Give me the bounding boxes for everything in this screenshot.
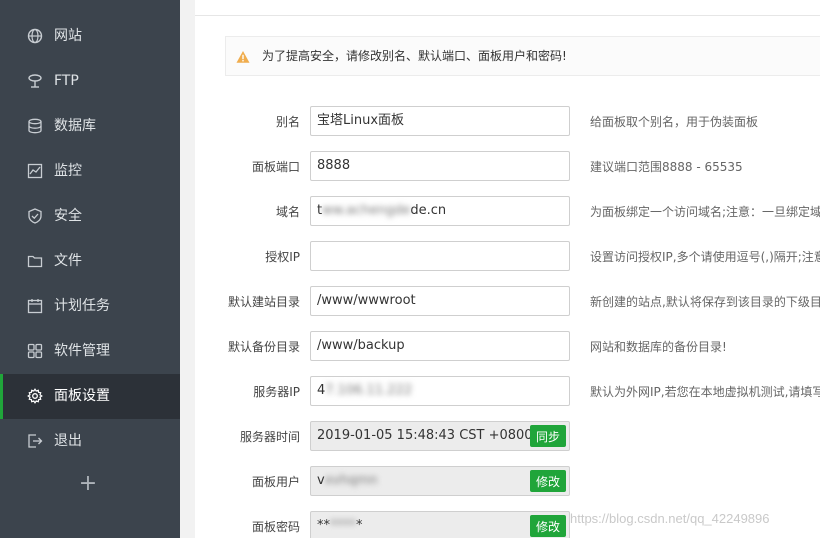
auth-ip-input[interactable] <box>310 241 570 271</box>
panel-settings-content: 为了提高安全，请修改别名、默认端口、面板用户和密码! 别名 宝塔Linux面板 … <box>195 16 820 538</box>
sidebar-item-label: 计划任务 <box>54 298 110 314</box>
sidebar-item-label: 退出 <box>54 433 82 449</box>
sidebar-item-database[interactable]: 数据库 <box>0 104 180 149</box>
port-value: 8888 <box>317 158 351 173</box>
sidebar-item-files[interactable]: 文件 <box>0 239 180 284</box>
site-dir-label: 默认建站目录 <box>227 295 300 309</box>
sidebar-item-cron[interactable]: 计划任务 <box>0 284 180 329</box>
grid-icon <box>26 342 44 360</box>
domain-value-redacted: ww.achengde <box>322 203 411 218</box>
site-dir-value: /www/wwwroot <box>317 293 416 308</box>
sidebar-item-label: 文件 <box>54 253 82 269</box>
auth-ip-hint: 设置访问授权IP,多个请使用逗号(,)隔开;注意 <box>590 250 820 264</box>
warning-icon <box>236 49 250 63</box>
panel-password-suffix: * <box>356 518 363 533</box>
server-ip-label: 服务器IP <box>253 385 300 399</box>
sidebar-item-monitor[interactable]: 监控 <box>0 149 180 194</box>
security-alert: 为了提高安全，请修改别名、默认端口、面板用户和密码! <box>225 36 820 76</box>
domain-input[interactable]: tww.achengdede.cn <box>310 196 570 226</box>
edit-user-button[interactable]: 修改 <box>530 470 566 492</box>
sidebar-item-security[interactable]: 安全 <box>0 194 180 239</box>
backup-dir-label: 默认备份目录 <box>227 340 300 354</box>
sync-time-button[interactable]: 同步 <box>530 425 566 447</box>
backup-dir-input[interactable]: /www/backup <box>310 331 570 361</box>
panel-user-value-redacted: xvhqmn <box>324 473 378 488</box>
server-ip-hint: 默认为外网IP,若您在本地虚拟机测试,请填写 <box>590 385 820 399</box>
server-ip-input[interactable]: 47.106.11.222 <box>310 376 570 406</box>
alert-text: 为了提高安全，请修改别名、默认端口、面板用户和密码! <box>262 49 567 63</box>
sidebar-item-label: FTP <box>54 73 79 89</box>
port-label: 面板端口 <box>251 160 300 174</box>
sidebar-item-label: 网站 <box>54 28 82 44</box>
logout-icon <box>26 432 44 450</box>
database-icon <box>26 117 44 135</box>
sidebar-item-label: 面板设置 <box>54 388 110 404</box>
panel-password-value: ** <box>317 518 330 533</box>
top-panel <box>195 0 820 16</box>
globe-icon <box>26 27 44 45</box>
domain-label: 域名 <box>275 205 300 219</box>
sidebar: 网站 FTP 数据库 监控 安全 文件 计划任务 软件管理 面板设置 退出 + <box>0 0 180 538</box>
sidebar-item-label: 数据库 <box>54 118 96 134</box>
edit-password-button[interactable]: 修改 <box>530 515 566 537</box>
sidebar-item-panel-settings[interactable]: 面板设置 <box>0 374 180 419</box>
sidebar-item-label: 监控 <box>54 163 82 179</box>
server-time-value: 2019-01-05 15:48:43 CST +0800 <box>317 428 533 443</box>
folder-icon <box>26 252 44 270</box>
alias-hint: 给面板取个别名，用于伪装面板 <box>590 115 759 129</box>
domain-hint: 为面板绑定一个访问域名;注意：一旦绑定域 <box>590 205 820 219</box>
calendar-icon <box>26 297 44 315</box>
sidebar-item-software[interactable]: 软件管理 <box>0 329 180 374</box>
shield-icon <box>26 207 44 225</box>
sidebar-item-ftp[interactable]: FTP <box>0 59 180 104</box>
site-dir-hint: 新创建的站点,默认将保存到该目录的下级目 <box>590 295 820 309</box>
gear-icon <box>26 387 44 405</box>
panel-user-value-prefix: v <box>317 473 325 488</box>
server-ip-value-redacted: 7.106.11.222 <box>325 383 413 398</box>
sidebar-item-label: 软件管理 <box>54 343 110 359</box>
alias-value: 宝塔Linux面板 <box>317 113 405 128</box>
add-button[interactable]: + <box>75 470 101 496</box>
port-hint: 建议端口范围8888 - 65535 <box>590 160 743 174</box>
alias-input[interactable]: 宝塔Linux面板 <box>310 106 570 136</box>
panel-password-redacted: **** <box>330 518 356 533</box>
monitor-icon <box>26 162 44 180</box>
backup-dir-hint: 网站和数据库的备份目录! <box>590 340 727 354</box>
backup-dir-value: /www/backup <box>317 338 405 353</box>
panel-user-label: 面板用户 <box>251 475 300 489</box>
site-dir-input[interactable]: /www/wwwroot <box>310 286 570 316</box>
ftp-icon <box>26 72 44 90</box>
server-time-label: 服务器时间 <box>239 430 300 444</box>
sidebar-item-website[interactable]: 网站 <box>0 14 180 59</box>
sidebar-item-label: 安全 <box>54 208 82 224</box>
watermark: https://blog.csdn.net/qq_42249896 <box>570 511 770 526</box>
port-input[interactable]: 8888 <box>310 151 570 181</box>
domain-value-suffix: de.cn <box>410 203 447 218</box>
sidebar-item-logout[interactable]: 退出 <box>0 419 180 464</box>
auth-ip-label: 授权IP <box>265 250 300 264</box>
panel-password-label: 面板密码 <box>251 520 300 534</box>
alias-label: 别名 <box>275 115 300 129</box>
